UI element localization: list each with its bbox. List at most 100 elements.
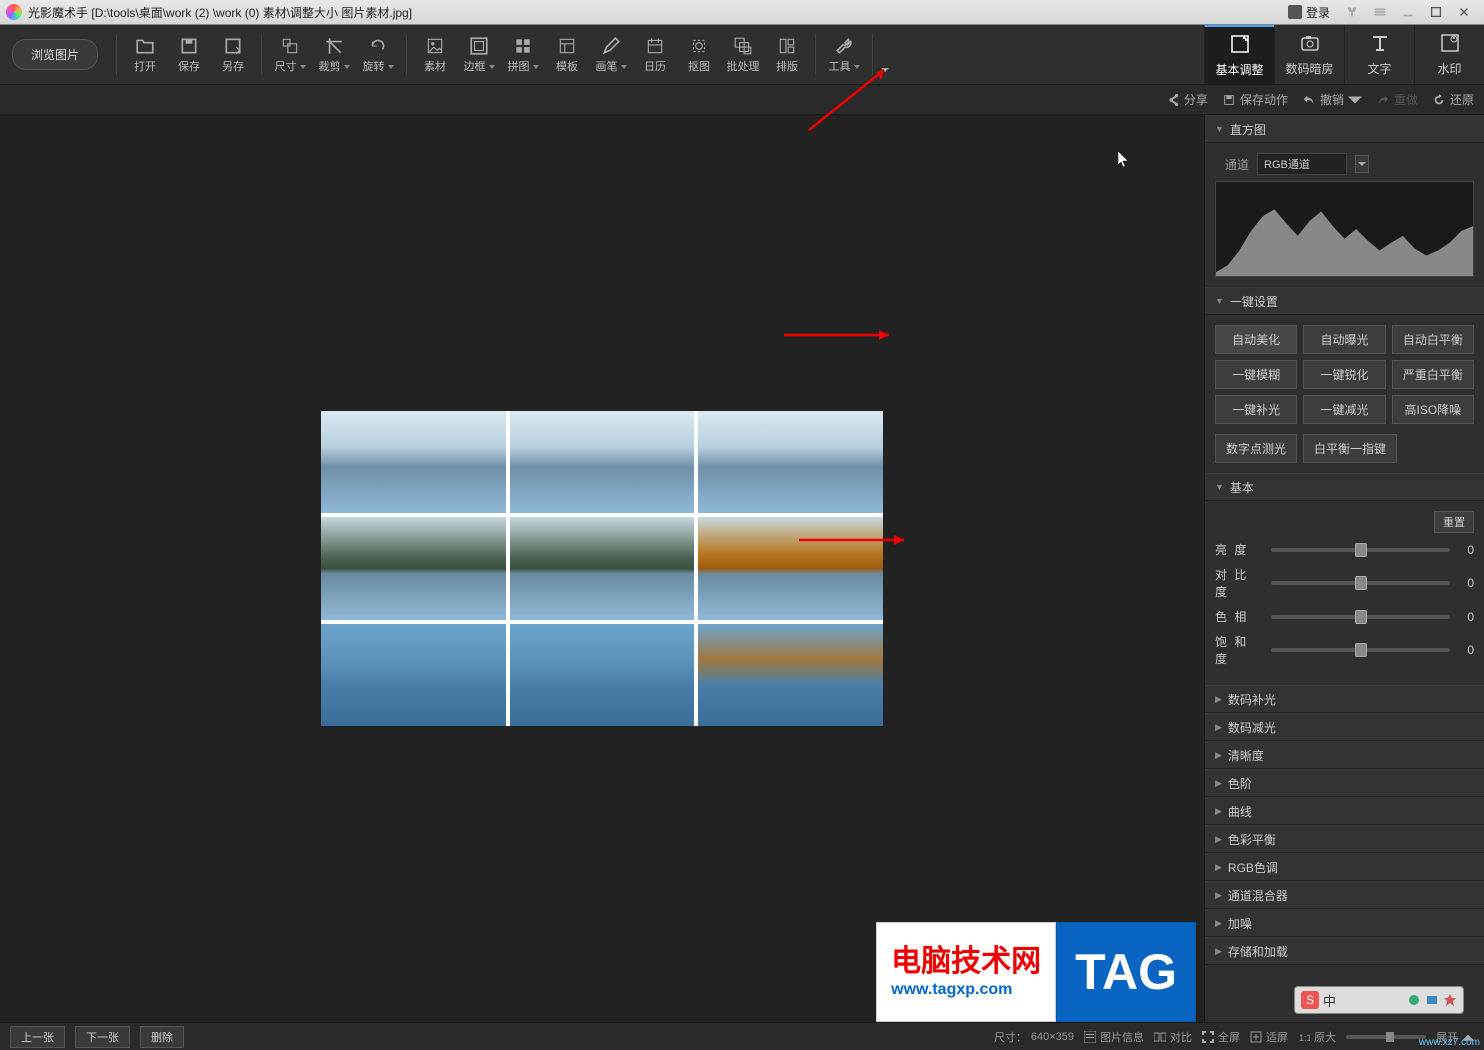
tool-批处理[interactable]: 批处理 bbox=[721, 25, 765, 84]
slider-色 相[interactable] bbox=[1271, 615, 1450, 619]
oneclick-自动白平衡[interactable]: 自动白平衡 bbox=[1392, 325, 1474, 354]
zoom-slider[interactable] bbox=[1346, 1035, 1426, 1039]
slider-饱 和 度[interactable] bbox=[1271, 648, 1450, 652]
tool-尺寸[interactable]: 尺寸 bbox=[268, 25, 312, 84]
prev-image-button[interactable]: 上一张 bbox=[10, 1026, 65, 1048]
oneclick-一键减光[interactable]: 一键减光 bbox=[1303, 395, 1385, 424]
oneclick-白平衡一指键[interactable]: 白平衡一指键 bbox=[1303, 434, 1397, 463]
section-存储和加载[interactable]: 存储和加载 bbox=[1205, 937, 1484, 965]
channel-dropdown[interactable] bbox=[1355, 155, 1369, 173]
tool-拼图-icon bbox=[513, 36, 533, 56]
svg-text:1:1: 1:1 bbox=[1299, 1033, 1310, 1043]
tab-数码暗房[interactable]: 数码暗房 bbox=[1274, 25, 1344, 84]
tab-水印[interactable]: 水印 bbox=[1414, 25, 1484, 84]
tool-边框[interactable]: 边框 bbox=[457, 25, 501, 84]
tab-数码暗房-icon bbox=[1299, 32, 1321, 57]
fit-screen-button[interactable]: 适屏 bbox=[1250, 1029, 1288, 1045]
tool-画笔-icon bbox=[601, 36, 621, 56]
section-数码减光[interactable]: 数码减光 bbox=[1205, 713, 1484, 741]
tool-旋转[interactable]: 旋转 bbox=[356, 25, 400, 84]
tool-工具[interactable]: 工具 bbox=[822, 25, 866, 84]
watermark-overlay: 电脑技术网www.tagxp.com TAG bbox=[876, 922, 1196, 1022]
app-title: 光影魔术手 [D:\tools\桌面\work (2) \work (0) 素材… bbox=[28, 4, 412, 21]
oneclick-高ISO降噪[interactable]: 高ISO降噪 bbox=[1392, 395, 1474, 424]
compare-button[interactable]: 对比 bbox=[1154, 1029, 1192, 1045]
section-清晰度[interactable]: 清晰度 bbox=[1205, 741, 1484, 769]
restore-button[interactable]: 还原 bbox=[1432, 91, 1474, 108]
close-button[interactable] bbox=[1450, 3, 1478, 21]
oneclick-section-header[interactable]: 一键设置 bbox=[1205, 287, 1484, 315]
tool-日历[interactable]: 日历 bbox=[633, 25, 677, 84]
tool-裁剪[interactable]: 裁剪 bbox=[312, 25, 356, 84]
section-RGB色调[interactable]: RGB色调 bbox=[1205, 853, 1484, 881]
canvas[interactable] bbox=[0, 115, 1204, 1022]
slider-label-饱 和 度: 饱 和 度 bbox=[1215, 633, 1265, 667]
section-加噪[interactable]: 加噪 bbox=[1205, 909, 1484, 937]
section-数码补光[interactable]: 数码补光 bbox=[1205, 685, 1484, 713]
user-icon bbox=[1288, 5, 1302, 19]
tool-画笔[interactable]: 画笔 bbox=[589, 25, 633, 84]
slider-value-色 相: 0 bbox=[1456, 610, 1474, 624]
login-button[interactable]: 登录 bbox=[1280, 4, 1338, 21]
slider-亮 度[interactable] bbox=[1271, 548, 1450, 552]
oneclick-一键模糊[interactable]: 一键模糊 bbox=[1215, 360, 1297, 389]
tool-日历-icon bbox=[645, 36, 665, 56]
save-action-button[interactable]: 保存动作 bbox=[1222, 91, 1288, 108]
oneclick-自动曝光[interactable]: 自动曝光 bbox=[1303, 325, 1385, 354]
image-info-button[interactable]: 图片信息 bbox=[1084, 1029, 1144, 1045]
tool-另存[interactable]: 另存 bbox=[211, 25, 255, 84]
slider-对 比 度[interactable] bbox=[1271, 581, 1450, 585]
tool-另存-icon bbox=[223, 36, 243, 56]
oneclick-自动美化[interactable]: 自动美化 bbox=[1215, 325, 1297, 354]
section-色阶[interactable]: 色阶 bbox=[1205, 769, 1484, 797]
tool-打开-icon bbox=[135, 36, 155, 56]
settings-menu-button[interactable] bbox=[1366, 3, 1394, 21]
fullscreen-button[interactable]: 全屏 bbox=[1202, 1029, 1240, 1045]
tool-排版[interactable]: 排版 bbox=[765, 25, 809, 84]
next-image-button[interactable]: 下一张 bbox=[75, 1026, 130, 1048]
undo-button[interactable]: 撤销 bbox=[1302, 91, 1362, 108]
histogram-display bbox=[1215, 181, 1474, 277]
histogram-section-header[interactable]: 直方图 bbox=[1205, 115, 1484, 143]
minimize-button[interactable] bbox=[1394, 3, 1422, 21]
browse-images-button[interactable]: 浏览图片 bbox=[12, 39, 98, 70]
tool-模板[interactable]: 模板 bbox=[545, 25, 589, 84]
share-button[interactable]: 分享 bbox=[1166, 91, 1208, 108]
tool-边框-icon bbox=[469, 36, 489, 56]
tool-素材-icon bbox=[425, 36, 445, 56]
oneclick-数字点测光[interactable]: 数字点测光 bbox=[1215, 434, 1297, 463]
original-size-button[interactable]: 1:1原大 bbox=[1298, 1029, 1336, 1045]
tool-打开[interactable]: 打开 bbox=[123, 25, 167, 84]
channel-select[interactable]: RGB通道 bbox=[1257, 153, 1347, 175]
basic-section-header[interactable]: 基本 bbox=[1205, 473, 1484, 501]
tab-基本调整-icon bbox=[1229, 33, 1251, 58]
tool-模板-icon bbox=[557, 36, 577, 56]
pin-button[interactable] bbox=[1338, 3, 1366, 21]
tab-基本调整[interactable]: 基本调整 bbox=[1204, 25, 1274, 84]
corner-watermark: www.xz7.com bbox=[1419, 1037, 1480, 1048]
tool-批处理-icon bbox=[733, 36, 753, 56]
section-色彩平衡[interactable]: 色彩平衡 bbox=[1205, 825, 1484, 853]
reset-button[interactable]: 重置 bbox=[1434, 511, 1474, 533]
section-曲线[interactable]: 曲线 bbox=[1205, 797, 1484, 825]
image-preview bbox=[321, 411, 883, 726]
slider-value-饱 和 度: 0 bbox=[1456, 643, 1474, 657]
delete-button[interactable]: 删除 bbox=[140, 1026, 184, 1048]
section-通道混合器[interactable]: 通道混合器 bbox=[1205, 881, 1484, 909]
tool-拼图[interactable]: 拼图 bbox=[501, 25, 545, 84]
tab-文字[interactable]: 文字 bbox=[1344, 25, 1414, 84]
tool-尺寸-icon bbox=[280, 36, 300, 56]
tool-抠图[interactable]: 抠图 bbox=[677, 25, 721, 84]
toolbar-expand[interactable] bbox=[879, 25, 891, 84]
maximize-button[interactable] bbox=[1422, 3, 1450, 21]
slider-label-色 相: 色 相 bbox=[1215, 608, 1265, 625]
tool-素材[interactable]: 素材 bbox=[413, 25, 457, 84]
tab-水印-icon bbox=[1439, 32, 1461, 57]
tool-抠图-icon bbox=[689, 36, 709, 56]
oneclick-严重白平衡[interactable]: 严重白平衡 bbox=[1392, 360, 1474, 389]
oneclick-一键补光[interactable]: 一键补光 bbox=[1215, 395, 1297, 424]
oneclick-一键锐化[interactable]: 一键锐化 bbox=[1303, 360, 1385, 389]
tool-旋转-icon bbox=[368, 36, 388, 56]
redo-button[interactable]: 重做 bbox=[1376, 91, 1418, 108]
tool-保存[interactable]: 保存 bbox=[167, 25, 211, 84]
